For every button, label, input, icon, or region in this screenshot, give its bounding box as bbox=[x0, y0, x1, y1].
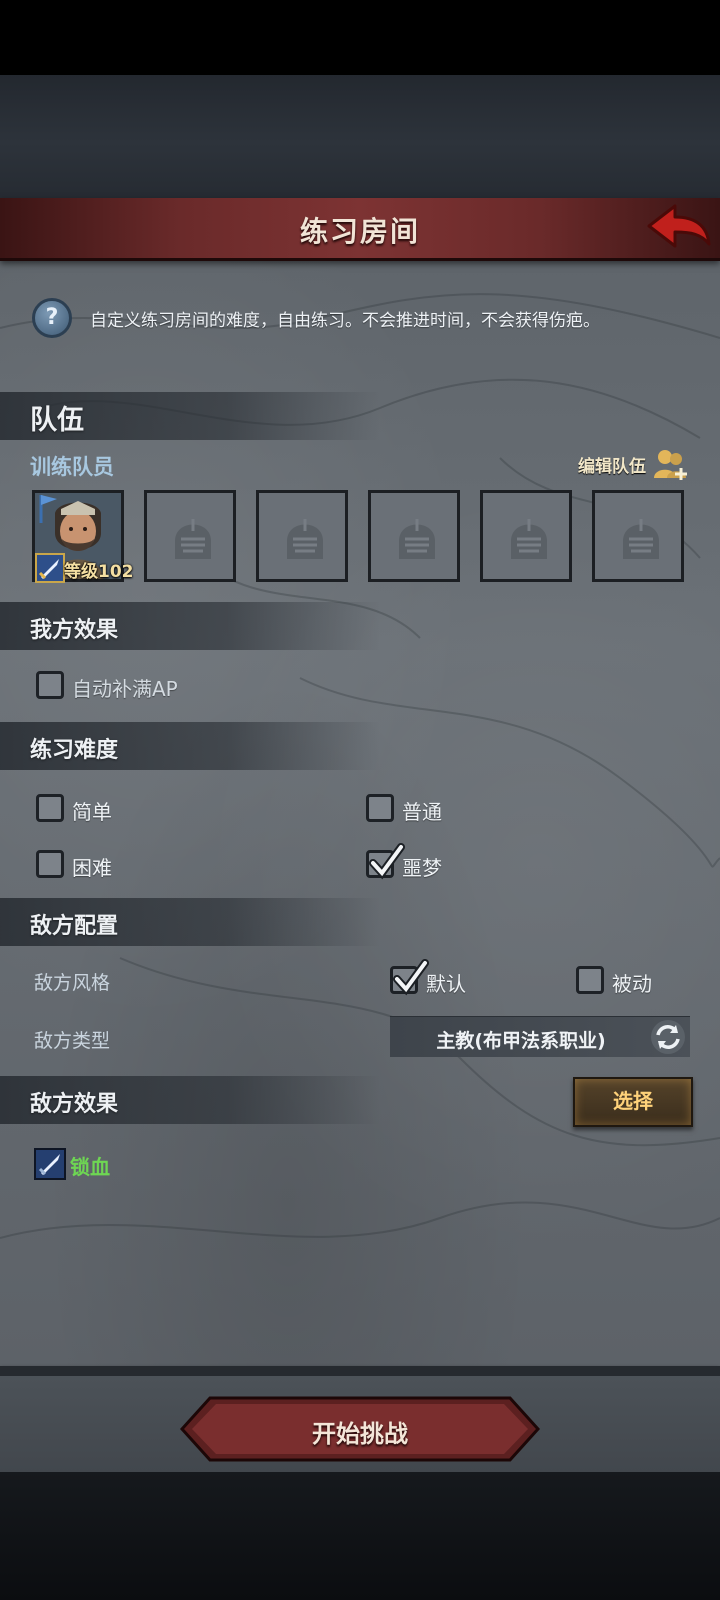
enemy-style-passive-label: 被动 bbox=[612, 972, 652, 996]
enemy-type-selector[interactable]: 主教(布甲法系职业) bbox=[390, 1016, 690, 1057]
team-slot-empty[interactable] bbox=[592, 490, 684, 582]
sword-class-icon bbox=[35, 553, 65, 583]
enemy-style-default-checkbox[interactable] bbox=[390, 959, 429, 996]
team-section-title: 队伍 bbox=[30, 405, 84, 436]
title-bar: 练习房间 bbox=[0, 198, 720, 261]
empty-helmet-icon bbox=[399, 519, 435, 559]
difficulty-hard-checkbox[interactable] bbox=[36, 850, 64, 878]
team-slot-empty[interactable] bbox=[256, 490, 348, 582]
team-slot-empty[interactable] bbox=[480, 490, 572, 582]
lock-blood-effect-icon bbox=[34, 1148, 66, 1180]
difficulty-nightmare-label: 噩梦 bbox=[402, 856, 442, 880]
checkmark-icon bbox=[393, 959, 429, 996]
help-icon[interactable]: ? bbox=[32, 298, 72, 338]
empty-helmet-icon bbox=[623, 519, 659, 559]
enemy-style-default-label: 默认 bbox=[426, 972, 466, 996]
enemy-type-label: 敌方类型 bbox=[34, 1030, 111, 1052]
difficulty-easy-label: 简单 bbox=[72, 800, 112, 824]
bottom-background bbox=[0, 1472, 720, 1600]
team-slot-empty[interactable] bbox=[368, 490, 460, 582]
start-challenge-label: 开始挑战 bbox=[312, 1420, 408, 1448]
top-background bbox=[0, 75, 720, 198]
page-title: 练习房间 bbox=[299, 215, 420, 248]
difficulty-normal-label: 普通 bbox=[402, 800, 442, 824]
our-effects-section-title: 我方效果 bbox=[30, 618, 119, 643]
enemy-effects-section-title: 敌方效果 bbox=[30, 1092, 119, 1117]
difficulty-hard-label: 困难 bbox=[72, 856, 112, 880]
enemy-style-label: 敌方风格 bbox=[34, 972, 111, 994]
auto-ap-checkbox[interactable] bbox=[36, 671, 64, 699]
edit-team-button[interactable]: 编辑队伍 bbox=[578, 452, 646, 477]
enemy-type-value: 主教(布甲法系职业) bbox=[436, 1030, 606, 1052]
checkmark-icon bbox=[369, 843, 405, 880]
empty-helmet-icon bbox=[287, 519, 323, 559]
status-bar bbox=[0, 0, 720, 75]
panel-divider bbox=[0, 1366, 720, 1376]
back-arrow-icon[interactable] bbox=[645, 202, 713, 252]
select-effect-button[interactable]: 选择 bbox=[573, 1077, 693, 1127]
difficulty-normal-checkbox[interactable] bbox=[366, 794, 394, 822]
team-slot-empty[interactable] bbox=[144, 490, 236, 582]
refresh-icon[interactable] bbox=[650, 1019, 686, 1055]
help-text: 自定义练习房间的难度，自由练习。不会推进时间，不会获得伤疤。 bbox=[90, 311, 600, 331]
auto-ap-label: 自动补满AP bbox=[72, 677, 178, 701]
enemy-style-passive-checkbox[interactable] bbox=[576, 966, 604, 994]
difficulty-easy-checkbox[interactable] bbox=[36, 794, 64, 822]
difficulty-nightmare-checkbox[interactable] bbox=[366, 843, 405, 880]
empty-helmet-icon bbox=[175, 519, 211, 559]
hero-level: 等级102 bbox=[64, 562, 134, 582]
empty-helmet-icon bbox=[511, 519, 547, 559]
difficulty-section-title: 练习难度 bbox=[30, 738, 119, 763]
edit-team-icon[interactable] bbox=[653, 448, 689, 482]
enemy-effect-name: 锁血 bbox=[70, 1155, 110, 1179]
enemy-config-section-title: 敌方配置 bbox=[30, 914, 119, 939]
training-members-label: 训练队员 bbox=[30, 455, 114, 479]
